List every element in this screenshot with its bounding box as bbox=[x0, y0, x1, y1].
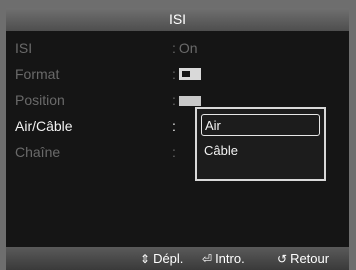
menu-row-value: : bbox=[172, 144, 176, 160]
enter-icon: ⏎ bbox=[202, 252, 213, 266]
menu-row-value: : On bbox=[172, 40, 198, 56]
menu-row-label: Chaîne bbox=[15, 144, 61, 160]
footer-hints: ⇕ Dépl. ⏎ Intro. ↺ Retour bbox=[6, 247, 349, 270]
menu-row-value: : bbox=[172, 118, 176, 134]
menu-row-label: Format bbox=[15, 66, 60, 82]
air-cable-dropdown[interactable]: Air Câble bbox=[195, 107, 326, 181]
menu-row-label: Position bbox=[15, 92, 65, 108]
return-hint: ↺ Retour bbox=[277, 251, 330, 266]
menu-row-label: ISI bbox=[15, 40, 33, 56]
tv-screen: ISI ISI : On Format : Position : Air/Câbl… bbox=[0, 0, 356, 270]
menu-title: ISI bbox=[6, 8, 349, 31]
menu-row-isi[interactable]: ISI : On bbox=[6, 35, 349, 61]
dropdown-option-cable[interactable]: Câble bbox=[201, 140, 320, 162]
menu-row-format[interactable]: Format : bbox=[6, 61, 349, 87]
position-icon bbox=[178, 96, 201, 107]
move-hint: ⇕ Dépl. bbox=[140, 251, 184, 266]
return-icon: ↺ bbox=[277, 252, 288, 266]
menu-row-label: Air/Câble bbox=[15, 118, 73, 134]
enter-hint: ⏎ Intro. bbox=[202, 251, 245, 266]
menu-row-value: : bbox=[172, 61, 201, 87]
format-icon bbox=[178, 68, 201, 81]
dropdown-option-air[interactable]: Air bbox=[201, 114, 320, 136]
up-down-arrow-icon: ⇕ bbox=[140, 252, 151, 266]
osd-menu-panel: ISI ISI : On Format : Position : Air/Câbl… bbox=[6, 8, 349, 270]
